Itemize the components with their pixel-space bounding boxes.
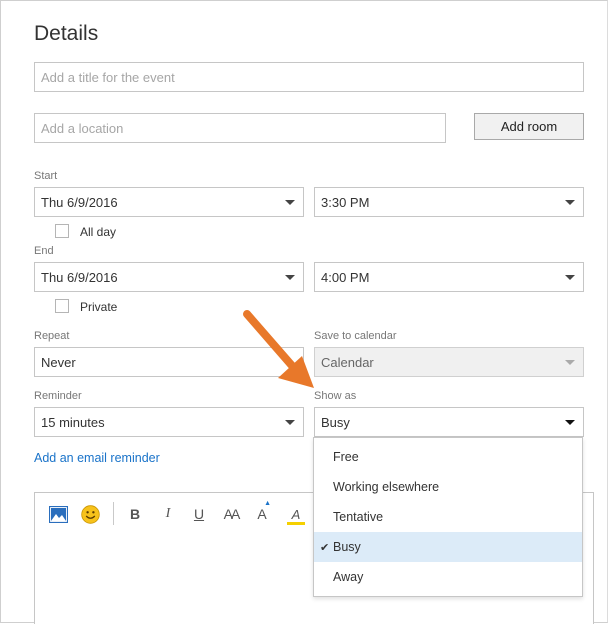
font-size-button[interactable]: AA <box>220 504 242 524</box>
start-date-value: Thu 6/9/2016 <box>41 194 118 210</box>
location-placeholder: Add a location <box>41 120 124 136</box>
show-as-menu: Free Working elsewhere Tentative ✔ Busy … <box>313 437 583 597</box>
checkmark-icon: ✔ <box>320 541 330 554</box>
show-as-option-busy[interactable]: ✔ Busy <box>314 532 582 562</box>
show-as-option-tentative[interactable]: Tentative <box>314 502 582 532</box>
chevron-down-icon <box>565 420 575 425</box>
show-as-option-away[interactable]: Away <box>314 562 582 592</box>
highlight-label: A <box>291 506 301 522</box>
italic-button[interactable]: I <box>159 504 177 524</box>
event-title-placeholder: Add a title for the event <box>41 69 175 85</box>
annotation-arrow-icon <box>243 310 314 388</box>
show-as-option-working-elsewhere[interactable]: Working elsewhere <box>314 472 582 502</box>
add-room-button[interactable]: Add room <box>474 113 584 140</box>
end-date-value: Thu 6/9/2016 <box>41 269 118 285</box>
chevron-down-icon <box>285 420 295 425</box>
smiley-icon[interactable] <box>79 504 101 524</box>
show-as-dropdown[interactable]: Busy <box>314 407 584 437</box>
chevron-down-icon <box>565 200 575 205</box>
reminder-value: 15 minutes <box>41 414 105 430</box>
option-label: Busy <box>333 540 361 554</box>
page-title: Details <box>34 22 99 45</box>
event-title-input[interactable]: Add a title for the event <box>34 62 584 92</box>
option-label: Working elsewhere <box>333 480 440 494</box>
repeat-label: Repeat <box>34 330 70 342</box>
highlight-bar <box>287 522 305 525</box>
end-time-value: 4:00 PM <box>321 269 370 285</box>
save-to-calendar-value: Calendar <box>321 354 374 370</box>
start-label: Start <box>34 170 58 182</box>
save-to-calendar-label: Save to calendar <box>314 330 397 342</box>
underline-button[interactable]: U <box>190 504 208 524</box>
start-time-value: 3:30 PM <box>321 194 370 210</box>
toolbar-separator <box>113 502 114 525</box>
start-date-dropdown[interactable]: Thu 6/9/2016 <box>34 187 304 217</box>
option-label: Tentative <box>333 510 384 524</box>
end-date-dropdown[interactable]: Thu 6/9/2016 <box>34 262 304 292</box>
location-input[interactable]: Add a location <box>34 113 446 143</box>
repeat-value: Never <box>41 354 76 370</box>
start-time-dropdown[interactable]: 3:30 PM <box>314 187 584 217</box>
chevron-down-icon <box>285 275 295 280</box>
reminder-label: Reminder <box>34 390 82 402</box>
bold-button[interactable]: B <box>126 504 144 524</box>
chevron-down-icon <box>565 275 575 280</box>
picture-icon[interactable] <box>47 504 69 524</box>
chevron-down-icon <box>285 200 295 205</box>
font-color-button[interactable]: A ▲ <box>253 500 271 524</box>
add-email-reminder-link[interactable]: Add an email reminder <box>34 451 160 465</box>
reminder-dropdown[interactable]: 15 minutes <box>34 407 304 437</box>
save-to-calendar-dropdown: Calendar <box>314 347 584 377</box>
all-day-label: All day <box>80 225 117 239</box>
chevron-down-icon <box>565 360 575 365</box>
show-as-value: Busy <box>321 414 350 430</box>
all-day-checkbox[interactable] <box>55 224 69 238</box>
show-as-option-free[interactable]: Free <box>314 442 582 472</box>
end-time-dropdown[interactable]: 4:00 PM <box>314 262 584 292</box>
option-label: Free <box>333 450 359 464</box>
font-color-label: A <box>257 506 267 522</box>
private-checkbox[interactable] <box>55 299 69 313</box>
caret-up-icon: ▲ <box>264 500 271 507</box>
show-as-label: Show as <box>314 390 357 402</box>
highlight-button[interactable]: A <box>286 504 306 525</box>
end-label: End <box>34 245 54 257</box>
option-label: Away <box>333 570 364 584</box>
private-label: Private <box>80 300 118 314</box>
